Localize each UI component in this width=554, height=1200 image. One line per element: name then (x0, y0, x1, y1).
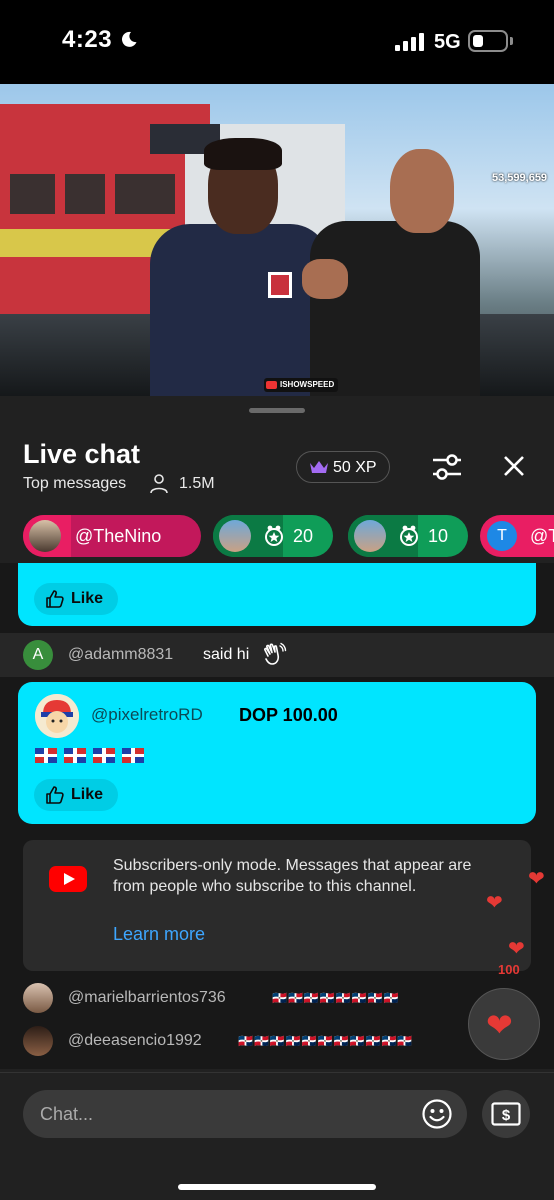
pixel-character-avatar (35, 694, 79, 738)
floating-heart-icon: ❤ (486, 892, 503, 914)
message-author[interactable]: @deeasencio1992 (68, 1032, 202, 1050)
signal-icon (395, 33, 424, 51)
reaction-button[interactable]: ❤ (468, 988, 540, 1060)
avatar (219, 520, 251, 552)
video-player[interactable]: 53,599,659 ISHOWSPEED (0, 84, 554, 396)
dominican-flag-icon (122, 748, 144, 763)
chat-mode-selector[interactable]: Top messages (23, 475, 126, 493)
message-author[interactable]: @pixelretroRD (91, 705, 203, 725)
dominican-flag-icon (93, 748, 115, 763)
message-text: 🇩🇴🇩🇴🇩🇴🇩🇴🇩🇴🇩🇴🇩🇴🇩🇴🇩🇴🇩🇴🇩🇴 (238, 1034, 414, 1048)
ticker-chip-gift-20[interactable]: 20 (213, 515, 333, 557)
youtube-mini-icon (266, 381, 277, 389)
xp-badge[interactable]: 50 XP (296, 451, 390, 483)
superchat-card: @pixelretroRD DOP 100.00 🇩🇴 🇩🇴 🇩🇴 🇩🇴 Lik… (18, 682, 536, 824)
message-text: said hi (203, 646, 250, 663)
person-icon (150, 474, 168, 494)
message-text: 🇩🇴🇩🇴🇩🇴🇩🇴🇩🇴🇩🇴🇩🇴🇩🇴 (272, 991, 400, 1005)
hundred-emoji-icon: 100 (498, 962, 520, 977)
heart-icon: ❤ (486, 1007, 513, 1043)
money-icon: $ (491, 1102, 521, 1126)
video-person-right (302, 149, 480, 396)
dominican-flag-icon (35, 748, 57, 763)
dominican-flag-icon (64, 748, 86, 763)
supporter-ticker: @TheNino 20 10 T @T (0, 513, 554, 559)
battery-tip (510, 37, 513, 45)
crown-icon (310, 461, 328, 473)
youtube-logo-icon (49, 866, 87, 892)
avatar[interactable] (23, 983, 53, 1013)
ticker-chip-t[interactable]: T @T (480, 515, 554, 557)
avatar[interactable] (35, 694, 79, 738)
chat-input-bar: $ (0, 1072, 554, 1200)
ticker-chip-gift-10[interactable]: 10 (348, 515, 468, 557)
avatar: T (487, 521, 517, 551)
floating-heart-icon: ❤ (528, 868, 545, 890)
avatar (354, 520, 386, 552)
waving-hand-icon (264, 642, 287, 665)
superchat-amount: DOP 100.00 (239, 705, 338, 725)
thumbs-up-icon (46, 590, 64, 608)
chat-title: Live chat (23, 439, 141, 469)
home-indicator[interactable] (178, 1184, 376, 1190)
chat-message: A @adamm8831 said hi (0, 633, 554, 677)
like-button[interactable]: Like (34, 779, 118, 811)
super-chat-button[interactable]: $ (482, 1090, 530, 1138)
avatar[interactable]: A (23, 640, 53, 670)
avatar (29, 520, 61, 552)
message-author[interactable]: @adamm8831 (68, 646, 173, 664)
close-icon[interactable] (502, 454, 526, 478)
video-viewer-overlay: 53,599,659 (492, 172, 548, 184)
superchat-card: Like (18, 563, 536, 626)
emoji-icon[interactable] (421, 1098, 453, 1130)
thumbs-up-icon (46, 786, 64, 804)
battery-icon (468, 30, 508, 52)
svg-text:$: $ (502, 1107, 511, 1124)
gift-badge-icon (265, 525, 283, 546)
floating-heart-icon: ❤ (508, 938, 525, 960)
ticker-chip-thenino[interactable]: @TheNino (23, 515, 201, 557)
status-bar: 4:23 5G (0, 0, 554, 84)
viewer-count: 1.5M (179, 475, 215, 492)
filter-settings-icon[interactable] (431, 452, 463, 482)
subscribers-only-notice: Subscribers-only mode. Messages that app… (23, 840, 531, 971)
moon-icon (121, 31, 137, 47)
chat-input[interactable] (23, 1090, 467, 1138)
learn-more-link[interactable]: Learn more (113, 924, 205, 945)
chat-message-list[interactable]: Like A @adamm8831 said hi @pixelretroRD … (0, 563, 554, 1069)
avatar[interactable] (23, 1026, 53, 1056)
gift-badge-icon (400, 525, 418, 546)
drag-handle[interactable] (249, 408, 305, 413)
status-time: 4:23 (62, 26, 113, 53)
channel-watermark: ISHOWSPEED (264, 378, 339, 392)
like-button[interactable]: Like (34, 583, 118, 615)
notice-text: Subscribers-only mode. Messages that app… (113, 857, 472, 895)
network-type: 5G (434, 31, 461, 53)
message-author[interactable]: @marielbarrientos736 (68, 989, 226, 1007)
